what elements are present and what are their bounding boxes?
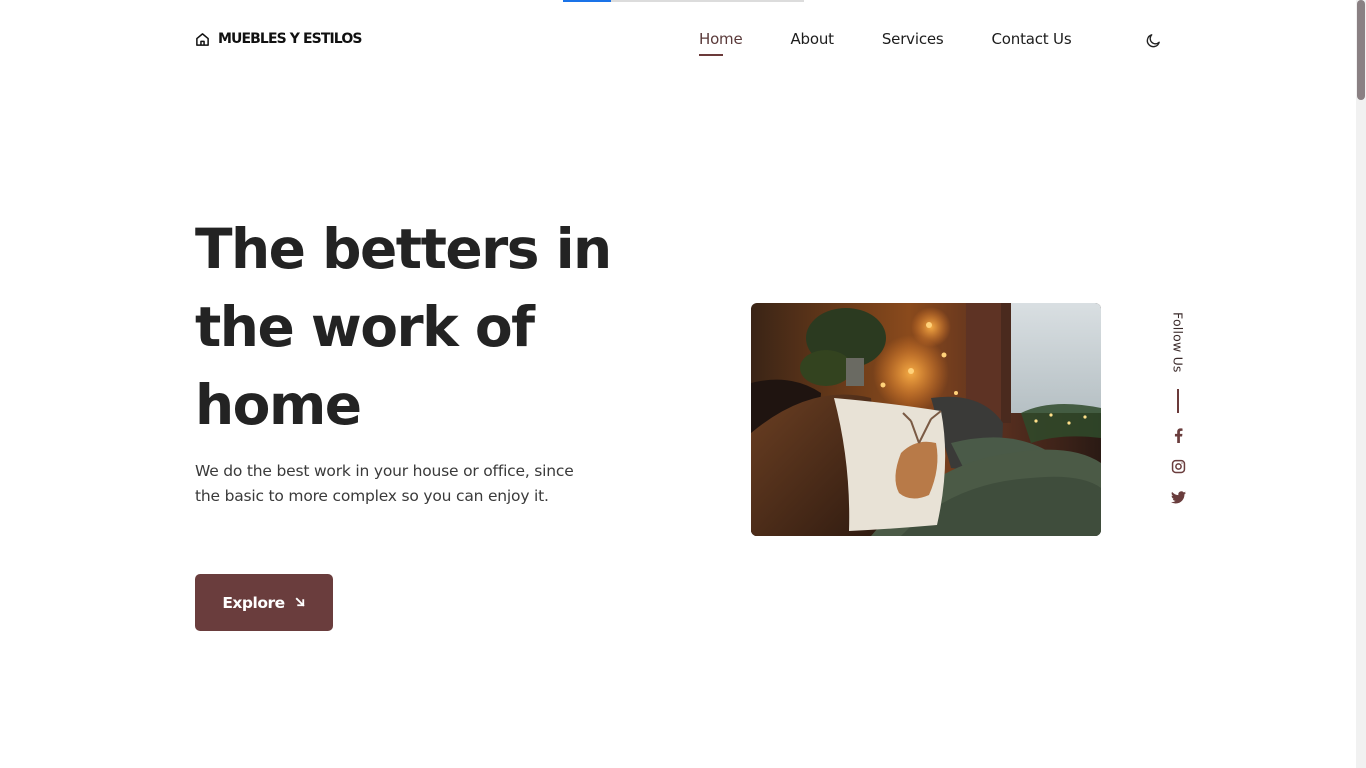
- explore-button-label: Explore: [222, 593, 285, 612]
- facebook-link[interactable]: [1169, 427, 1187, 445]
- follow-us-label: Follow Us: [1170, 312, 1186, 373]
- main-nav: Home About Services Contact Us: [699, 30, 1119, 56]
- twitter-link[interactable]: [1169, 489, 1187, 507]
- deer-pillow-photo: [751, 303, 1101, 536]
- hero-title: The betters in the work of home: [195, 217, 612, 437]
- instagram-link[interactable]: [1169, 458, 1187, 476]
- home-icon: [196, 32, 209, 46]
- instagram-icon: [1171, 459, 1185, 474]
- page-scrollbar[interactable]: [1356, 0, 1366, 768]
- nav-link-about[interactable]: About: [791, 30, 835, 56]
- social-follow: Follow Us: [1166, 312, 1190, 507]
- follow-divider: [1177, 388, 1179, 413]
- brand-name: MUEBLES Y ESTILOS: [218, 31, 362, 47]
- hero-description: We do the best work in your house or off…: [195, 462, 574, 505]
- nav-link-home[interactable]: Home: [699, 30, 743, 56]
- site-header: MUEBLES Y ESTILOS Home About Services Co…: [0, 0, 1356, 80]
- moon-icon: [1146, 33, 1160, 47]
- nav-link-contact[interactable]: Contact Us: [992, 30, 1072, 56]
- twitter-icon: [1170, 491, 1186, 504]
- explore-button[interactable]: Explore: [195, 574, 333, 631]
- arrow-down-right-icon: [295, 597, 305, 607]
- brand-logo[interactable]: MUEBLES Y ESTILOS: [195, 31, 362, 47]
- facebook-icon: [1174, 428, 1183, 444]
- hero-image: [751, 303, 1101, 536]
- theme-toggle-button[interactable]: [1143, 30, 1163, 50]
- scrollbar-thumb[interactable]: [1357, 0, 1365, 100]
- nav-link-services[interactable]: Services: [882, 30, 944, 56]
